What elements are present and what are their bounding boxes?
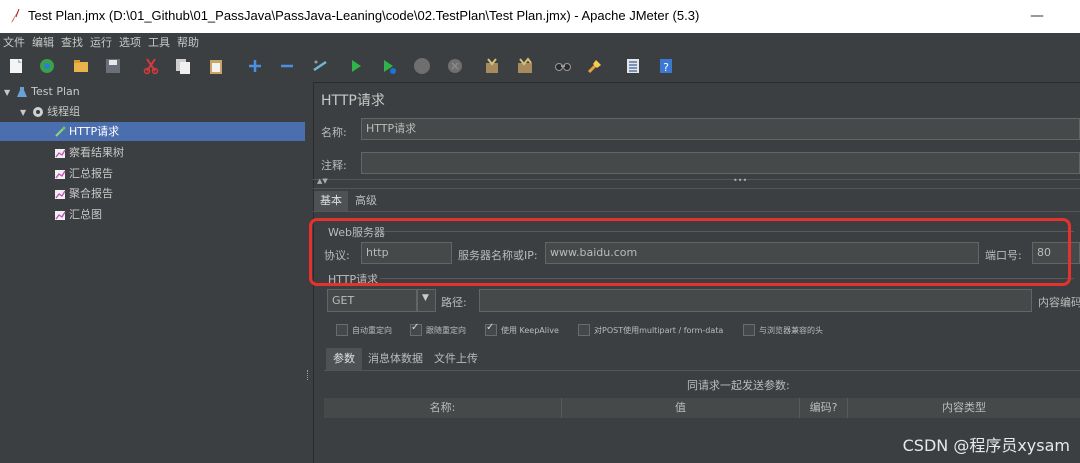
tab-parameters[interactable]: 参数 [326, 348, 362, 370]
menu-tools[interactable]: 工具 [148, 33, 170, 52]
pipette-icon [55, 126, 66, 137]
column-header-value[interactable]: 值 [562, 398, 800, 418]
column-header-content-type[interactable]: 内容类型 [848, 398, 1080, 418]
splitter-grip-icon[interactable] [307, 370, 311, 380]
comment-label: 注释: [321, 159, 347, 172]
window-title: Test Plan.jmx (D:\01_Github\01_PassJava\… [28, 8, 700, 23]
expand-arrow-icon[interactable]: ▼ [20, 108, 26, 117]
test-plan-tree: ▼ Test Plan ▼ 线程组 HTTP请求 察看结果树 汇总报告 聚合报告 汇… [0, 82, 306, 463]
tab-body-data[interactable]: 消息体数据 [362, 348, 429, 370]
multipart-label: 对POST使用multipart / form-data [594, 326, 724, 335]
chart-icon [55, 149, 66, 158]
tab-files-upload[interactable]: 文件上传 [428, 348, 484, 370]
keepalive-label: 使用 KeepAlive [501, 326, 559, 335]
method-select[interactable]: GET [327, 289, 417, 312]
path-field[interactable] [479, 289, 1032, 312]
save-icon[interactable] [104, 57, 122, 75]
tree-node-label: 聚合报告 [69, 187, 113, 200]
tree-node-summary-report[interactable]: 汇总报告 [54, 164, 113, 183]
tab-advanced[interactable]: 高级 [349, 191, 383, 211]
menu-help[interactable]: 帮助 [177, 33, 199, 52]
gear-icon [33, 107, 44, 117]
name-field[interactable]: HTTP请求 [361, 118, 1080, 140]
tree-node-label: 察看结果树 [69, 146, 124, 159]
follow-redirect-checkbox[interactable] [410, 322, 422, 336]
window-title-bar: Test Plan.jmx (D:\01_Github\01_PassJava\… [0, 0, 1080, 33]
name-label: 名称: [321, 126, 347, 139]
browser-headers-checkbox[interactable] [743, 324, 755, 336]
search-icon[interactable] [554, 57, 572, 75]
tree-node-label: Test Plan [31, 85, 80, 98]
path-label: 路径: [441, 296, 467, 309]
tree-node-test-plan[interactable]: ▼ Test Plan [4, 82, 80, 101]
chart-icon [55, 211, 66, 220]
expand-arrow-icon[interactable]: ▼ [4, 88, 10, 97]
menu-search[interactable]: 查找 [61, 33, 83, 52]
tab-underline [324, 370, 1080, 371]
grip-dots-icon[interactable]: ••• [733, 176, 747, 185]
chart-icon [55, 170, 66, 179]
column-header-name[interactable]: 名称: [324, 398, 562, 418]
tree-node-thread-group[interactable]: ▼ 线程组 [20, 102, 80, 121]
jmeter-feather-icon [11, 8, 20, 23]
tree-node-http-request[interactable]: HTTP请求 [0, 122, 305, 141]
collapse-icon[interactable] [278, 57, 296, 75]
tab-underline [313, 211, 1080, 212]
tree-node-summary-graph[interactable]: 汇总图 [54, 205, 102, 224]
menu-file[interactable]: 文件 [3, 33, 25, 52]
menu-options[interactable]: 选项 [119, 33, 141, 52]
svg-text:?: ? [663, 61, 669, 74]
section-divider[interactable]: ▲▼ ••• [313, 176, 1080, 189]
comment-field[interactable] [361, 152, 1080, 174]
encoding-label: 内容编码 [1038, 296, 1080, 309]
tree-node-label: 汇总图 [69, 208, 102, 221]
function-helper-icon[interactable] [624, 57, 642, 75]
browser-headers-label: 与浏览器兼容的头 [759, 326, 823, 335]
menu-bar: 文件 编辑 查找 运行 选项 工具 帮助 [0, 33, 1080, 52]
clear-icon[interactable] [483, 57, 501, 75]
clear-all-icon[interactable] [516, 57, 534, 75]
new-icon[interactable] [7, 57, 25, 75]
auto-redirect-checkbox[interactable] [336, 324, 348, 336]
toolbar: ? [0, 52, 1080, 83]
menu-edit[interactable]: 编辑 [32, 33, 54, 52]
open-icon[interactable] [72, 57, 90, 75]
start-icon[interactable] [347, 57, 365, 75]
copy-icon[interactable] [174, 57, 192, 75]
paste-icon[interactable] [207, 57, 225, 75]
chart-icon [55, 190, 66, 199]
watermark: CSDN @程序员xysam [902, 436, 1070, 455]
toggle-icon[interactable] [311, 57, 329, 75]
help-icon[interactable]: ? [657, 57, 675, 75]
flask-icon [17, 87, 28, 97]
chevron-down-icon: ▼ [422, 293, 429, 303]
method-dropdown-button[interactable]: ▼ [417, 289, 436, 312]
reset-search-icon[interactable] [586, 57, 604, 75]
templates-icon[interactable] [38, 57, 56, 75]
minimize-button[interactable]: — [1030, 8, 1044, 24]
panel-title: HTTP请求 [321, 93, 385, 109]
menu-run[interactable]: 运行 [90, 33, 112, 52]
stop-icon[interactable] [413, 57, 431, 75]
tree-node-label: 汇总报告 [69, 167, 113, 180]
start-no-timers-icon[interactable] [380, 57, 398, 75]
multipart-checkbox[interactable] [578, 324, 590, 336]
highlight-box [309, 218, 1071, 286]
params-caption: 同请求一起发送参数: [687, 379, 790, 392]
tree-node-label: 线程组 [47, 105, 81, 118]
follow-redirect-label: 跟随重定向 [426, 326, 466, 335]
column-header-encode[interactable]: 编码? [800, 398, 848, 418]
shutdown-icon[interactable] [446, 57, 464, 75]
expand-icon[interactable] [246, 57, 264, 75]
keepalive-checkbox[interactable] [485, 322, 497, 336]
cut-icon[interactable] [142, 57, 160, 75]
tree-node-label: HTTP请求 [69, 125, 120, 138]
collapse-arrows-icon[interactable]: ▲▼ [317, 177, 328, 185]
auto-redirect-label: 自动重定向 [352, 326, 392, 335]
tree-node-results-tree[interactable]: 察看结果树 [54, 143, 124, 162]
tab-basic[interactable]: 基本 [314, 191, 348, 211]
tree-node-aggregate-report[interactable]: 聚合报告 [54, 184, 113, 203]
